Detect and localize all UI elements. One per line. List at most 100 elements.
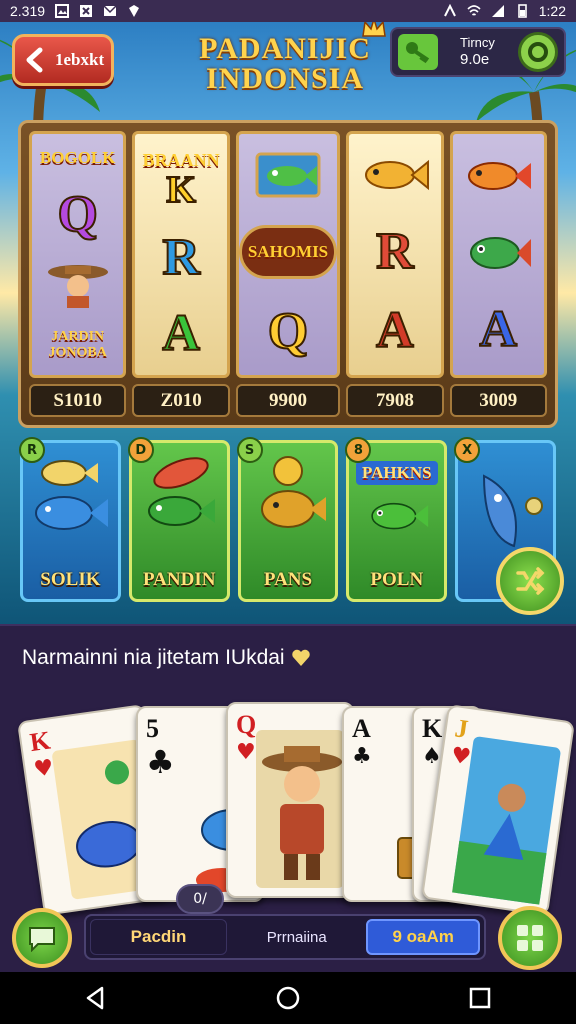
green-fish-icon	[148, 457, 216, 526]
reel-3-mid-symbol: SAHOMIS	[238, 224, 338, 279]
status-bar: 2.319 1:22	[0, 0, 576, 22]
reel-3-bottom-symbol: Q	[267, 302, 309, 360]
reel-4-value: 7908	[346, 384, 444, 417]
blue-fish-icon	[35, 460, 109, 530]
reel-2-bottom-symbol: A	[161, 304, 201, 362]
fish-card-4[interactable]: 8 PAHKNS POLN	[345, 437, 448, 602]
reel-3: SAHOMIS Q 9900	[235, 131, 341, 417]
fish-card-4-badge: 8	[345, 437, 372, 463]
heart-icon	[291, 649, 310, 666]
reel-4-bottom-symbol: A	[375, 302, 415, 360]
battery-icon	[517, 4, 527, 18]
green-fish-large-icon	[371, 502, 428, 530]
reel-1: BOGOLK Q JARDIN JONOBA S1010	[29, 131, 127, 417]
reel-5-value: 3009	[449, 384, 547, 417]
fish-card-2-badge: D	[127, 437, 154, 463]
system-nav-bar	[0, 972, 576, 1024]
card-5-rank: K	[422, 714, 443, 743]
cards-count-text: 0/	[193, 891, 207, 907]
fish-card-3-label: PANS	[263, 569, 313, 590]
settings-ring-icon	[528, 42, 548, 62]
tab-1[interactable]: Pacdin	[90, 919, 228, 955]
red-fish-symbol-icon	[468, 161, 532, 190]
cell-signal-icon	[491, 5, 504, 17]
arrow-left-icon	[26, 47, 43, 73]
game-title-line1: PADANIJIC	[199, 32, 371, 65]
fish-card-4-label: POLN	[370, 569, 424, 590]
image-icon	[55, 4, 70, 18]
nav-home-icon[interactable]	[274, 984, 302, 1012]
reel-2-top-letter: K	[165, 168, 197, 211]
reel-2: BRAANN K R A Z010	[132, 131, 230, 417]
mail-icon	[103, 5, 117, 16]
fish-card-4-ribbon: PAHKNS	[356, 461, 438, 485]
slot-reels: BOGOLK Q JARDIN JONOBA S1010 BRAANN K R …	[18, 120, 558, 428]
key-icon	[406, 42, 430, 64]
fish-card-2[interactable]: D PANDIN	[127, 437, 230, 602]
cowboy-art-icon	[256, 730, 344, 888]
fish-card-1-label: SOLIK	[40, 569, 101, 590]
gold-fish-statue-icon	[260, 456, 326, 528]
cards-count-badge: 0/	[176, 884, 224, 914]
spin-button[interactable]	[496, 547, 564, 615]
shield-icon	[129, 5, 140, 17]
back-button-label: 1ebxkt	[55, 50, 105, 69]
wifi-icon	[467, 5, 481, 16]
crown-icon	[362, 22, 386, 37]
reel-3-value: 9900	[235, 384, 341, 417]
reel-4-mid-symbol: R	[375, 222, 415, 280]
grid-menu-icon	[517, 925, 543, 951]
fish-card-5-badge: X	[454, 437, 481, 463]
nav-recents-icon[interactable]	[466, 984, 494, 1012]
reel-5-bottom-symbol: A	[478, 301, 518, 359]
wallet-amount: 9.0e	[460, 50, 490, 68]
tab-3[interactable]: 9 oaAm	[366, 919, 480, 955]
card-hand-panel: Narmainni nia jitetam IUkdai K ♥ 5 ♣ Q ♥…	[0, 624, 576, 972]
menu-grid-button[interactable]	[498, 906, 562, 970]
tab-2[interactable]: Prrnaiina	[233, 919, 360, 955]
card-hand: K ♥ 5 ♣ Q ♥ A ♣ K ♠ J ♥	[16, 698, 576, 916]
status-time: 1:22	[538, 3, 566, 19]
shuffle-icon	[516, 567, 545, 595]
nav-back-icon[interactable]	[82, 984, 110, 1012]
gold-fish-symbol-icon	[364, 159, 429, 190]
cowboy-symbol-icon	[47, 265, 108, 309]
reel-1-mid-symbol: Q	[56, 186, 98, 244]
reel-2-mid-symbol: R	[161, 229, 201, 287]
fish-card-1[interactable]: R SOLIK	[19, 437, 121, 602]
reel-4: R A 7908	[346, 131, 444, 417]
chat-button[interactable]	[12, 908, 72, 968]
bottom-tab-bar: Pacdin Prrnaiina 9 oaAm	[84, 914, 486, 960]
playing-card-3[interactable]: Q ♥	[226, 702, 354, 898]
game-area: 1ebxkt PADANIJIC INDONSIA Tirncy 9.0e BO…	[0, 22, 576, 624]
fish-cards-row: R SOLIK D PANDIN S PANS 8 PAHKNS POLN X	[19, 437, 556, 602]
card-2-rank: 5	[146, 714, 159, 743]
reel-1-top-symbol: BOGOLK	[39, 148, 116, 168]
panel-title-text: Narmainni nia jitetam IUkdai	[22, 646, 285, 669]
fish-card-3[interactable]: S PANS	[236, 437, 339, 602]
fish-card-3-badge: S	[236, 437, 263, 463]
green-fish-symbol-icon	[470, 236, 532, 269]
fish-card-1-badge: R	[19, 437, 45, 463]
status-left-text: 2.319	[10, 3, 46, 19]
game-title-line2: INDONSIA	[205, 62, 365, 95]
reel-1-bottom-text: JARDIN JONOBA	[48, 328, 107, 360]
reel-1-value: S1010	[29, 384, 127, 417]
fish-frame-symbol-icon	[255, 152, 321, 198]
playing-card-6[interactable]: J ♥	[420, 704, 576, 916]
reel-2-top-symbol: BRAANN	[142, 149, 220, 170]
back-button[interactable]: 1ebxkt	[12, 34, 114, 86]
wallet-panel: Tirncy 9.0e	[390, 27, 566, 77]
wallet-label: Tirncy	[460, 34, 495, 50]
close-box-icon	[80, 5, 93, 17]
chat-bubble-icon	[29, 927, 55, 952]
settings-button[interactable]	[518, 32, 558, 72]
fish-card-2-label: PANDIN	[142, 569, 216, 590]
card-6-rank: J	[453, 713, 470, 744]
signal-icon	[443, 4, 456, 17]
game-title: PADANIJIC INDONSIA	[190, 34, 380, 94]
key-button[interactable]	[398, 34, 438, 70]
panel-title: Narmainni nia jitetam IUkdai	[22, 646, 311, 670]
reel-5: A 3009	[449, 131, 547, 417]
reel-2-value: Z010	[132, 384, 230, 417]
